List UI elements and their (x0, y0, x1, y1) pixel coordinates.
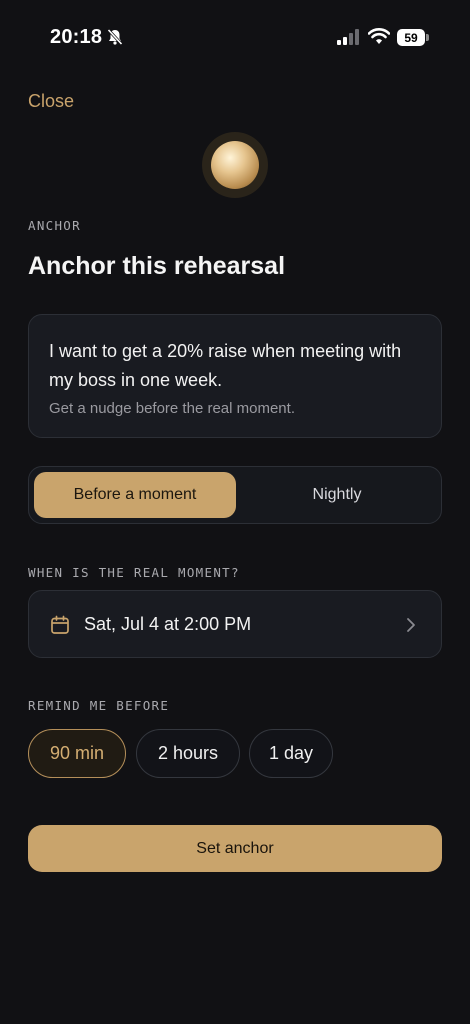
battery-level: 59 (397, 29, 425, 46)
status-bar: 20:18 59 (0, 0, 470, 76)
moment-date-value: Sat, Jul 4 at 2:00 PM (84, 614, 252, 634)
mode-option-before-moment[interactable]: Before a moment (34, 472, 236, 518)
moment-date-picker[interactable]: Sat, Jul 4 at 2:00 PM (28, 590, 442, 658)
calendar-icon (51, 615, 69, 634)
section-label: ANCHOR (28, 218, 81, 233)
goal-text: I want to get a 20% raise when meeting w… (49, 341, 402, 390)
cellular-signal-icon (337, 29, 359, 45)
bell-slash-icon (107, 28, 123, 46)
status-time: 20:18 (50, 26, 103, 48)
goal-card: I want to get a 20% raise when meeting w… (28, 314, 442, 438)
chevron-right-icon (407, 618, 415, 632)
anchor-orb-icon (211, 141, 259, 189)
goal-subtext: Get a nudge before the real moment. (49, 400, 295, 417)
close-button[interactable]: Close (28, 91, 74, 112)
reminder-option-90-min[interactable]: 90 min (28, 729, 126, 778)
reminder-option-2-hours[interactable]: 2 hours (136, 729, 240, 778)
page-title: Anchor this rehearsal (28, 252, 286, 280)
mode-option-nightly[interactable]: Nightly (236, 472, 438, 518)
set-anchor-button[interactable]: Set anchor (28, 825, 442, 872)
reminder-label: REMIND ME BEFORE (28, 698, 170, 713)
wifi-icon (368, 28, 390, 44)
reminder-option-1-day[interactable]: 1 day (249, 729, 333, 778)
battery-icon: 59 (397, 29, 429, 46)
moment-label: WHEN IS THE REAL MOMENT? (28, 565, 240, 580)
mode-toggle: Before a moment Nightly (28, 466, 442, 524)
battery-cap (426, 34, 429, 41)
